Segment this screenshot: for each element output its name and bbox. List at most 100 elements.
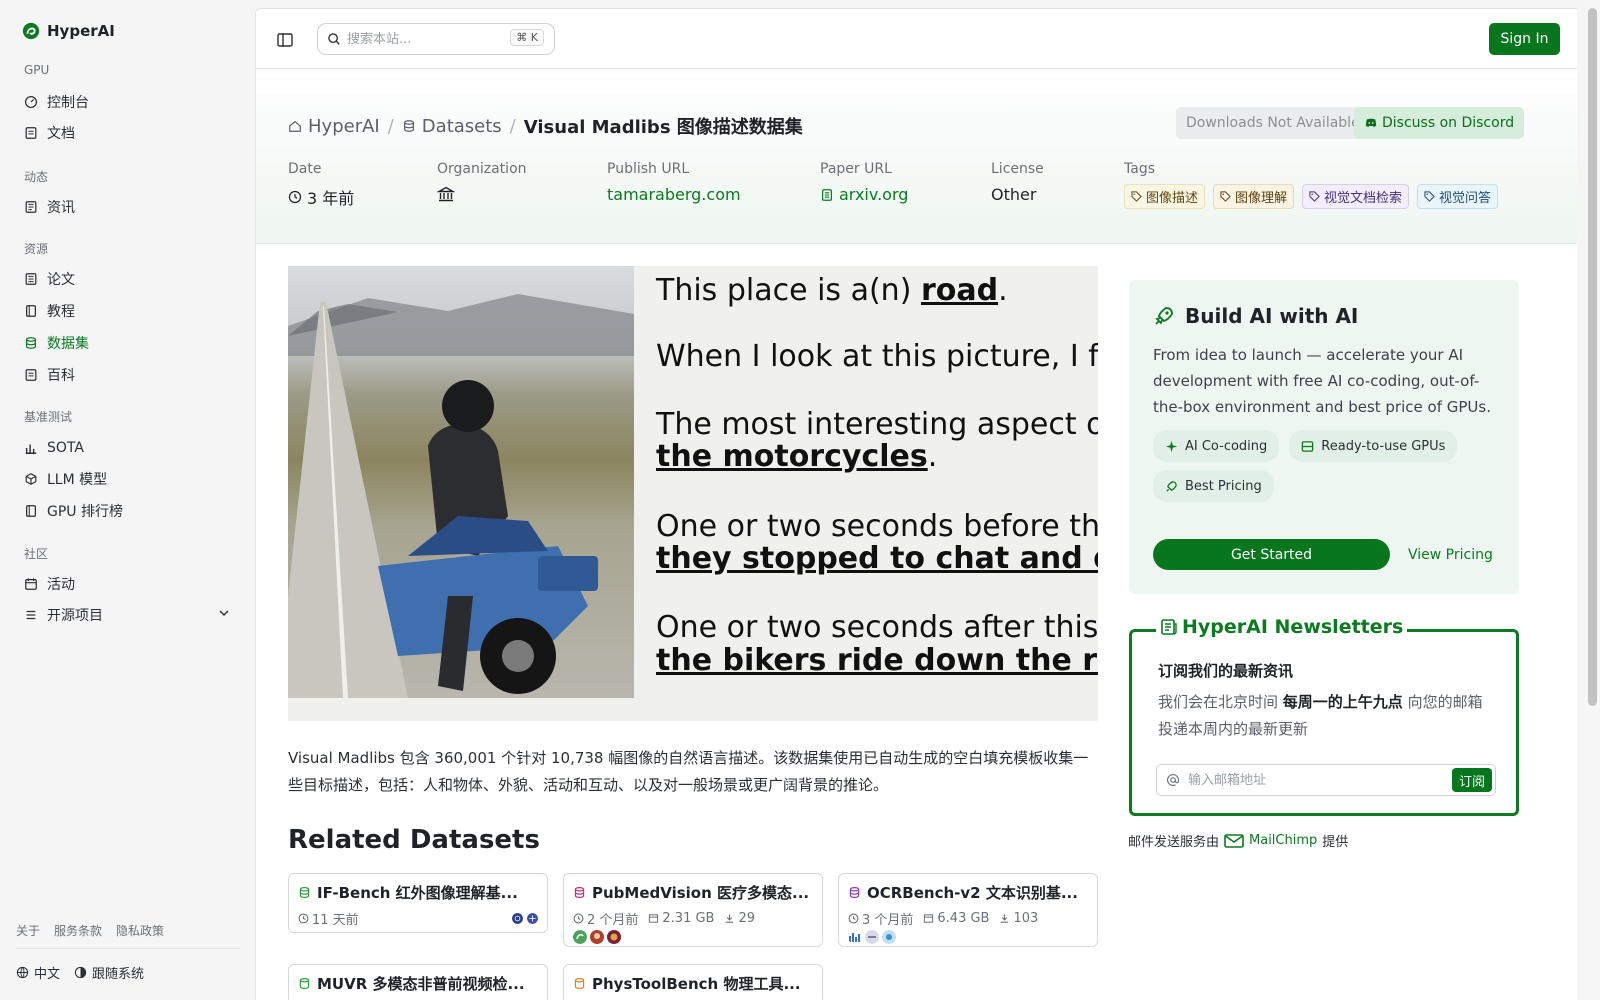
- sidebar-item-docs[interactable]: 文档: [24, 122, 75, 144]
- mailchimp-link[interactable]: MailChimp: [1224, 833, 1317, 848]
- hero-line: the motorcycles.: [656, 439, 938, 474]
- sidebar-item-datasets[interactable]: 数据集: [24, 332, 89, 354]
- breadcrumb-separator: /: [509, 115, 516, 137]
- theme-label: 跟随系统: [92, 967, 145, 982]
- card-meta: 3 个月前 6.43 GB 103: [848, 909, 1088, 928]
- paper-url-link[interactable]: arxiv.org: [820, 185, 908, 204]
- news-icon: [25, 201, 37, 213]
- sidebar-item-wiki[interactable]: 百科: [24, 364, 75, 386]
- sidebar-item-label: 百科: [47, 368, 75, 384]
- sign-in-button[interactable]: Sign In: [1489, 23, 1560, 55]
- mail-service-suffix: 提供: [1322, 835, 1349, 850]
- database-icon: [849, 887, 860, 898]
- sidebar-item-llm[interactable]: LLM 模型: [24, 468, 107, 490]
- related-dataset-card[interactable]: PhysToolBench 物理工具...: [563, 964, 823, 1000]
- meta-license-label: License: [991, 161, 1044, 177]
- sidebar-item-console[interactable]: 控制台: [24, 91, 89, 113]
- clock-icon: [288, 190, 302, 204]
- card-time: 2 个月前: [573, 909, 638, 928]
- card-time-text: 2 个月前: [587, 913, 639, 928]
- related-dataset-card[interactable]: MUVR 多模态非普前视频检...: [288, 964, 548, 1000]
- tag-icon: [1220, 191, 1231, 202]
- feature-chip: AI Co-coding: [1153, 430, 1280, 462]
- meta-organization: Organization: [437, 161, 527, 203]
- card-title-text: OCRBench-v2 文本识别基...: [867, 884, 1078, 902]
- tag[interactable]: 视觉问答: [1417, 184, 1499, 209]
- related-dataset-card[interactable]: PubMedVision 医疗多模态... 2 个月前 2.31 GB 29: [563, 873, 823, 947]
- search-box[interactable]: ⌘ K: [317, 23, 555, 55]
- tag[interactable]: 视觉文档检索: [1302, 184, 1410, 209]
- tag[interactable]: 图像理解: [1213, 184, 1295, 209]
- subscribe-button[interactable]: 订阅: [1451, 768, 1492, 792]
- dataset-hero-image: This place is a(n) road. When I look at …: [288, 266, 1098, 721]
- org-avatar-icon: [527, 913, 538, 924]
- meta-date-label: Date: [288, 161, 322, 177]
- tag-icon: [1309, 191, 1320, 202]
- breadcrumb-datasets[interactable]: Datasets: [402, 116, 502, 137]
- meta-date: Date 3 年前: [288, 161, 354, 209]
- brand[interactable]: HyperAI: [22, 22, 115, 40]
- card-title-text: PhysToolBench 物理工具...: [592, 975, 801, 993]
- breadcrumb: HyperAI / Datasets / Visual Madlibs 图像描述…: [288, 113, 803, 139]
- promo-features: AI Co-coding Ready-to-use GPUs Best Pric…: [1153, 430, 1493, 502]
- tag[interactable]: 图像描述: [1124, 184, 1206, 209]
- sidebar-item-label: SOTA: [47, 440, 84, 456]
- related-dataset-card[interactable]: OCRBench-v2 文本识别基... 3 个月前 6.43 GB 103: [838, 873, 1098, 947]
- at-sign-icon: [1167, 774, 1179, 786]
- search-input[interactable]: [347, 31, 507, 47]
- card-avatars: [573, 930, 813, 944]
- dataset-header: HyperAI / Datasets / Visual Madlibs 图像描述…: [256, 69, 1577, 244]
- clock-icon: [848, 913, 859, 924]
- meta-paper-label: Paper URL: [820, 161, 892, 177]
- tag-label: 图像描述: [1146, 191, 1199, 206]
- sidebar-item-open-source[interactable]: 开源项目: [24, 604, 103, 626]
- footer-link-terms[interactable]: 服务条款: [54, 922, 102, 939]
- related-dataset-card[interactable]: IF-Bench 红外图像理解基... 11 天前: [288, 873, 548, 933]
- hero-line: When I look at this picture, I fee: [656, 339, 1098, 374]
- footer-link-privacy[interactable]: 隐私政策: [116, 922, 164, 939]
- hero-photo: [288, 266, 634, 698]
- motorcycle-road-illustration: [288, 294, 634, 698]
- sidebar-item-label: 活动: [47, 577, 75, 593]
- discord-button[interactable]: Discuss on Discord: [1354, 107, 1525, 139]
- sidebar-item-sota[interactable]: SOTA: [24, 437, 84, 459]
- sidebar-item-gpu-ranking[interactable]: GPU 排行榜: [24, 500, 123, 522]
- sidebar-item-label: GPU 排行榜: [47, 504, 123, 520]
- chevron-down-icon[interactable]: [218, 607, 230, 619]
- sidebar-item-events[interactable]: 活动: [24, 573, 75, 595]
- card-avatars: [848, 930, 1088, 944]
- breadcrumb-home[interactable]: HyperAI: [288, 116, 380, 137]
- sidebar-item-papers[interactable]: 论文: [24, 268, 75, 290]
- sparkle-icon: [1165, 440, 1178, 452]
- section-label-community: 社区: [24, 547, 49, 561]
- footer-link-about[interactable]: 关于: [16, 922, 40, 939]
- rocket-icon: [1155, 307, 1173, 325]
- sidebar-toggle-icon[interactable]: [276, 31, 294, 49]
- scrollbar-thumb[interactable]: [1588, 8, 1597, 706]
- card-title-text: MUVR 多模态非普前视频检...: [317, 975, 525, 993]
- publish-url-link[interactable]: tamaraberg.com: [607, 185, 741, 204]
- get-started-button[interactable]: Get Started: [1153, 539, 1390, 570]
- view-pricing-link[interactable]: View Pricing: [1408, 547, 1493, 563]
- promo-title-text: Build AI with AI: [1185, 304, 1359, 328]
- database-icon: [26, 337, 36, 349]
- dataset-description: Visual Madlibs 包含 360,001 个针对 10,738 幅图像…: [288, 749, 1089, 794]
- sidebar-item-tutorials[interactable]: 教程: [24, 300, 75, 322]
- sidebar: HyperAI GPU 控制台 文档 动态 资讯 资源 论文 教程 数据集 百科…: [0, 0, 255, 1000]
- footer-settings: 中文 跟随系统: [16, 963, 144, 982]
- theme-icon: [74, 966, 87, 979]
- feature-chip: Best Pricing: [1153, 470, 1274, 502]
- theme-switcher[interactable]: 跟随系统: [74, 963, 144, 982]
- newsletter-legend: HyperAI Newsletters: [1156, 616, 1408, 638]
- sidebar-item-news[interactable]: 资讯: [24, 196, 75, 218]
- card-time: 11 天前: [298, 909, 359, 928]
- card-size-text: 2.31 GB: [662, 911, 715, 926]
- email-field[interactable]: [1188, 772, 1428, 788]
- org-avatar-icon: [573, 930, 587, 944]
- language-switcher[interactable]: 中文: [16, 963, 60, 982]
- card-time-text: 3 个月前: [862, 913, 914, 928]
- meta-org-value: [437, 185, 527, 203]
- card-title: OCRBench-v2 文本识别基...: [848, 882, 1088, 903]
- mail-service-prefix: 邮件发送服务由: [1128, 835, 1220, 850]
- paper-icon: [25, 273, 37, 285]
